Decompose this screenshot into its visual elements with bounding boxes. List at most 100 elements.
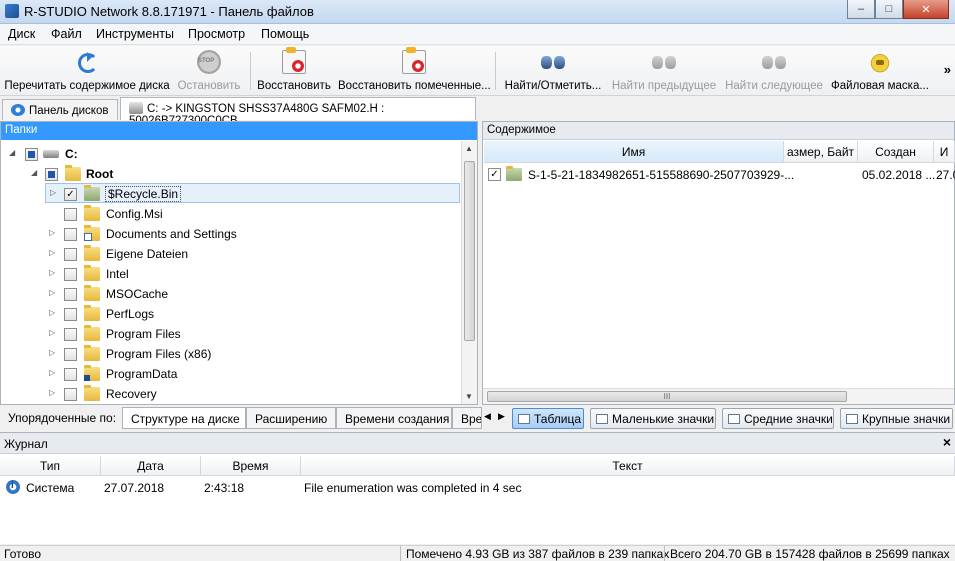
disk-panel-icon [11, 104, 25, 116]
expand-arrow-icon[interactable]: ▷ [49, 348, 58, 357]
tree-item-program-files[interactable]: ▷ Program Files [1, 324, 461, 344]
view-large-icons-button[interactable]: Крупные значки [840, 408, 953, 429]
menu-help[interactable]: Помощь [261, 27, 309, 41]
menu-view[interactable]: Просмотр [188, 27, 245, 41]
scroll-up-icon[interactable]: ▲ [465, 144, 473, 153]
checkbox-intel[interactable] [64, 268, 77, 281]
tree-item-intel[interactable]: ▷ Intel [1, 264, 461, 284]
expand-arrow-icon[interactable]: ▷ [50, 188, 59, 197]
tab-strip: Панель дисков C: -> KINGSTON SHSS37A480G… [0, 97, 955, 127]
journal-column-time[interactable]: Время [201, 456, 301, 476]
tree-item-recycle-bin[interactable]: ▷ ✓ $Recycle.Bin [45, 183, 460, 203]
restore-marked-button[interactable]: Восстановить помеченные... [338, 47, 491, 94]
tree-item-eigene-dateien[interactable]: ▷ Eigene Dateien [1, 244, 461, 264]
tree-item-documents-and-settings[interactable]: ▷ Documents and Settings [1, 224, 461, 244]
checkbox-documents-and-settings[interactable] [64, 228, 77, 241]
expand-arrow-icon[interactable]: ▷ [49, 228, 58, 237]
maximize-button[interactable]: □ [875, 0, 903, 19]
journal-close-icon[interactable]: × [943, 434, 951, 450]
tree-item-perflogs[interactable]: ▷ PerfLogs [1, 304, 461, 324]
status-ready: Готово [4, 547, 42, 561]
expand-arrow-icon[interactable]: ▷ [49, 288, 58, 297]
sort-tab-extension[interactable]: Расширению [246, 407, 336, 429]
expand-arrow-icon[interactable]: ▷ [49, 268, 58, 277]
find-next-button[interactable]: Найти следующее [722, 48, 826, 94]
journal-column-date[interactable]: Дата [101, 456, 201, 476]
stop-button[interactable]: Остановить [172, 48, 246, 94]
checkbox-program-files-x86[interactable] [64, 348, 77, 361]
collapse-arrow-icon[interactable]: ◢ [9, 148, 18, 157]
expand-arrow-icon[interactable]: ▷ [49, 388, 58, 397]
checkbox-config-msi[interactable] [64, 208, 77, 221]
scroll-down-icon[interactable]: ▼ [465, 392, 473, 401]
view-medium-icons-button[interactable]: Средние значки [722, 408, 834, 429]
column-name[interactable]: Имя [484, 141, 784, 163]
tree-item-msocache[interactable]: ▷ MSOCache [1, 284, 461, 304]
view-small-icons-button[interactable]: Маленькие значки [590, 408, 716, 429]
tabs-left-arrow-icon[interactable]: ◀ [484, 411, 491, 422]
checkbox-drive-c[interactable] [25, 148, 38, 161]
journal-entry-time: 2:43:18 [204, 481, 245, 495]
tree-item-recovery[interactable]: ▷ Recovery [1, 384, 461, 404]
checkbox-msocache[interactable] [64, 288, 77, 301]
stop-icon [197, 50, 221, 74]
expand-arrow-icon[interactable]: ▷ [49, 328, 58, 337]
sort-tab-time[interactable]: Вре [452, 407, 482, 429]
checkbox-perflogs[interactable] [64, 308, 77, 321]
tabs-right-arrow-icon[interactable]: ▶ [498, 411, 505, 422]
file-mask-button[interactable]: Файловая маска... [830, 48, 930, 94]
restore-button[interactable]: Восстановить [254, 47, 334, 94]
folders-scrollbar[interactable]: ▲ ▼ [461, 141, 477, 404]
tree-drive-c[interactable]: ◢ C: [1, 144, 461, 164]
title-bar: R-STUDIO Network 8.8.171971 - Панель фай… [0, 0, 955, 24]
sort-tab-structure[interactable]: Структуре на диске [122, 407, 246, 429]
tree-item-config-msi[interactable]: Config.Msi [1, 204, 461, 224]
journal-entry-type: Система [26, 481, 75, 495]
column-size[interactable]: азмер, Байт [784, 141, 858, 163]
tab-disk-panel[interactable]: Панель дисков [2, 99, 118, 120]
view-table-button[interactable]: Таблица [512, 408, 584, 429]
toolbar-overflow-button[interactable]: » [944, 62, 951, 77]
contents-hscrollbar[interactable]: III [483, 388, 954, 404]
checkbox-recovery[interactable] [64, 388, 77, 401]
file-checkbox[interactable]: ✓ [488, 168, 501, 181]
folders-panel: Папки ◢ C: ◢ Root ▷ ✓ $Recycle.Bin Confi… [0, 121, 478, 405]
binoculars-icon [541, 50, 565, 74]
column-more[interactable]: И [934, 141, 955, 163]
status-total: Всего 204.70 GB в 157428 файлов в 25699 … [670, 547, 950, 561]
find-mark-button[interactable]: Найти/Отметить... [500, 48, 606, 94]
checkbox-recycle-bin[interactable]: ✓ [64, 188, 77, 201]
expand-arrow-icon[interactable]: ▷ [49, 248, 58, 257]
tab-file-panel[interactable]: C: -> KINGSTON SHSS37A480G SAFM02.H : 50… [120, 97, 476, 127]
file-row[interactable]: ✓ S-1-5-21-1834982651-515588690-25077039… [484, 164, 955, 184]
menu-file[interactable]: Файл [51, 27, 82, 41]
tree-item-program-files-x86[interactable]: ▷ Program Files (x86) [1, 344, 461, 364]
status-marked: Помечено 4.93 GB из 387 файлов в 239 пап… [406, 547, 670, 561]
mask-icon [868, 50, 892, 74]
checkbox-programdata[interactable] [64, 368, 77, 381]
tree-item-programdata[interactable]: ▷ ProgramData [1, 364, 461, 384]
hscrollbar-thumb[interactable]: III [487, 391, 847, 402]
minimize-button[interactable]: – [847, 0, 875, 19]
sort-tab-created[interactable]: Времени создания [336, 407, 452, 429]
journal-column-text[interactable]: Текст [301, 456, 955, 476]
scrollbar-thumb[interactable] [464, 161, 475, 341]
expand-arrow-icon[interactable]: ▷ [49, 368, 58, 377]
menu-tools[interactable]: Инструменты [96, 27, 174, 41]
column-created[interactable]: Создан [858, 141, 934, 163]
expand-arrow-icon[interactable]: ▷ [49, 308, 58, 317]
menu-disk[interactable]: Диск [8, 27, 35, 41]
checkbox-eigene-dateien[interactable] [64, 248, 77, 261]
find-previous-button[interactable]: Найти предыдущее [608, 48, 720, 94]
collapse-arrow-icon[interactable]: ◢ [31, 168, 40, 177]
close-button[interactable]: ✕ [903, 0, 949, 19]
checkbox-program-files[interactable] [64, 328, 77, 341]
folder-icon [84, 245, 100, 261]
tree-root[interactable]: ◢ Root [1, 164, 461, 184]
rescan-button[interactable]: Перечитать содержимое диска [4, 48, 170, 94]
folder-icon [84, 345, 100, 361]
journal-column-type[interactable]: Тип [0, 456, 101, 476]
large-icons-icon [846, 414, 858, 424]
checkbox-root[interactable] [45, 168, 58, 181]
contents-panel: Содержимое Имя азмер, Байт Создан И ✓ S-… [482, 121, 955, 405]
